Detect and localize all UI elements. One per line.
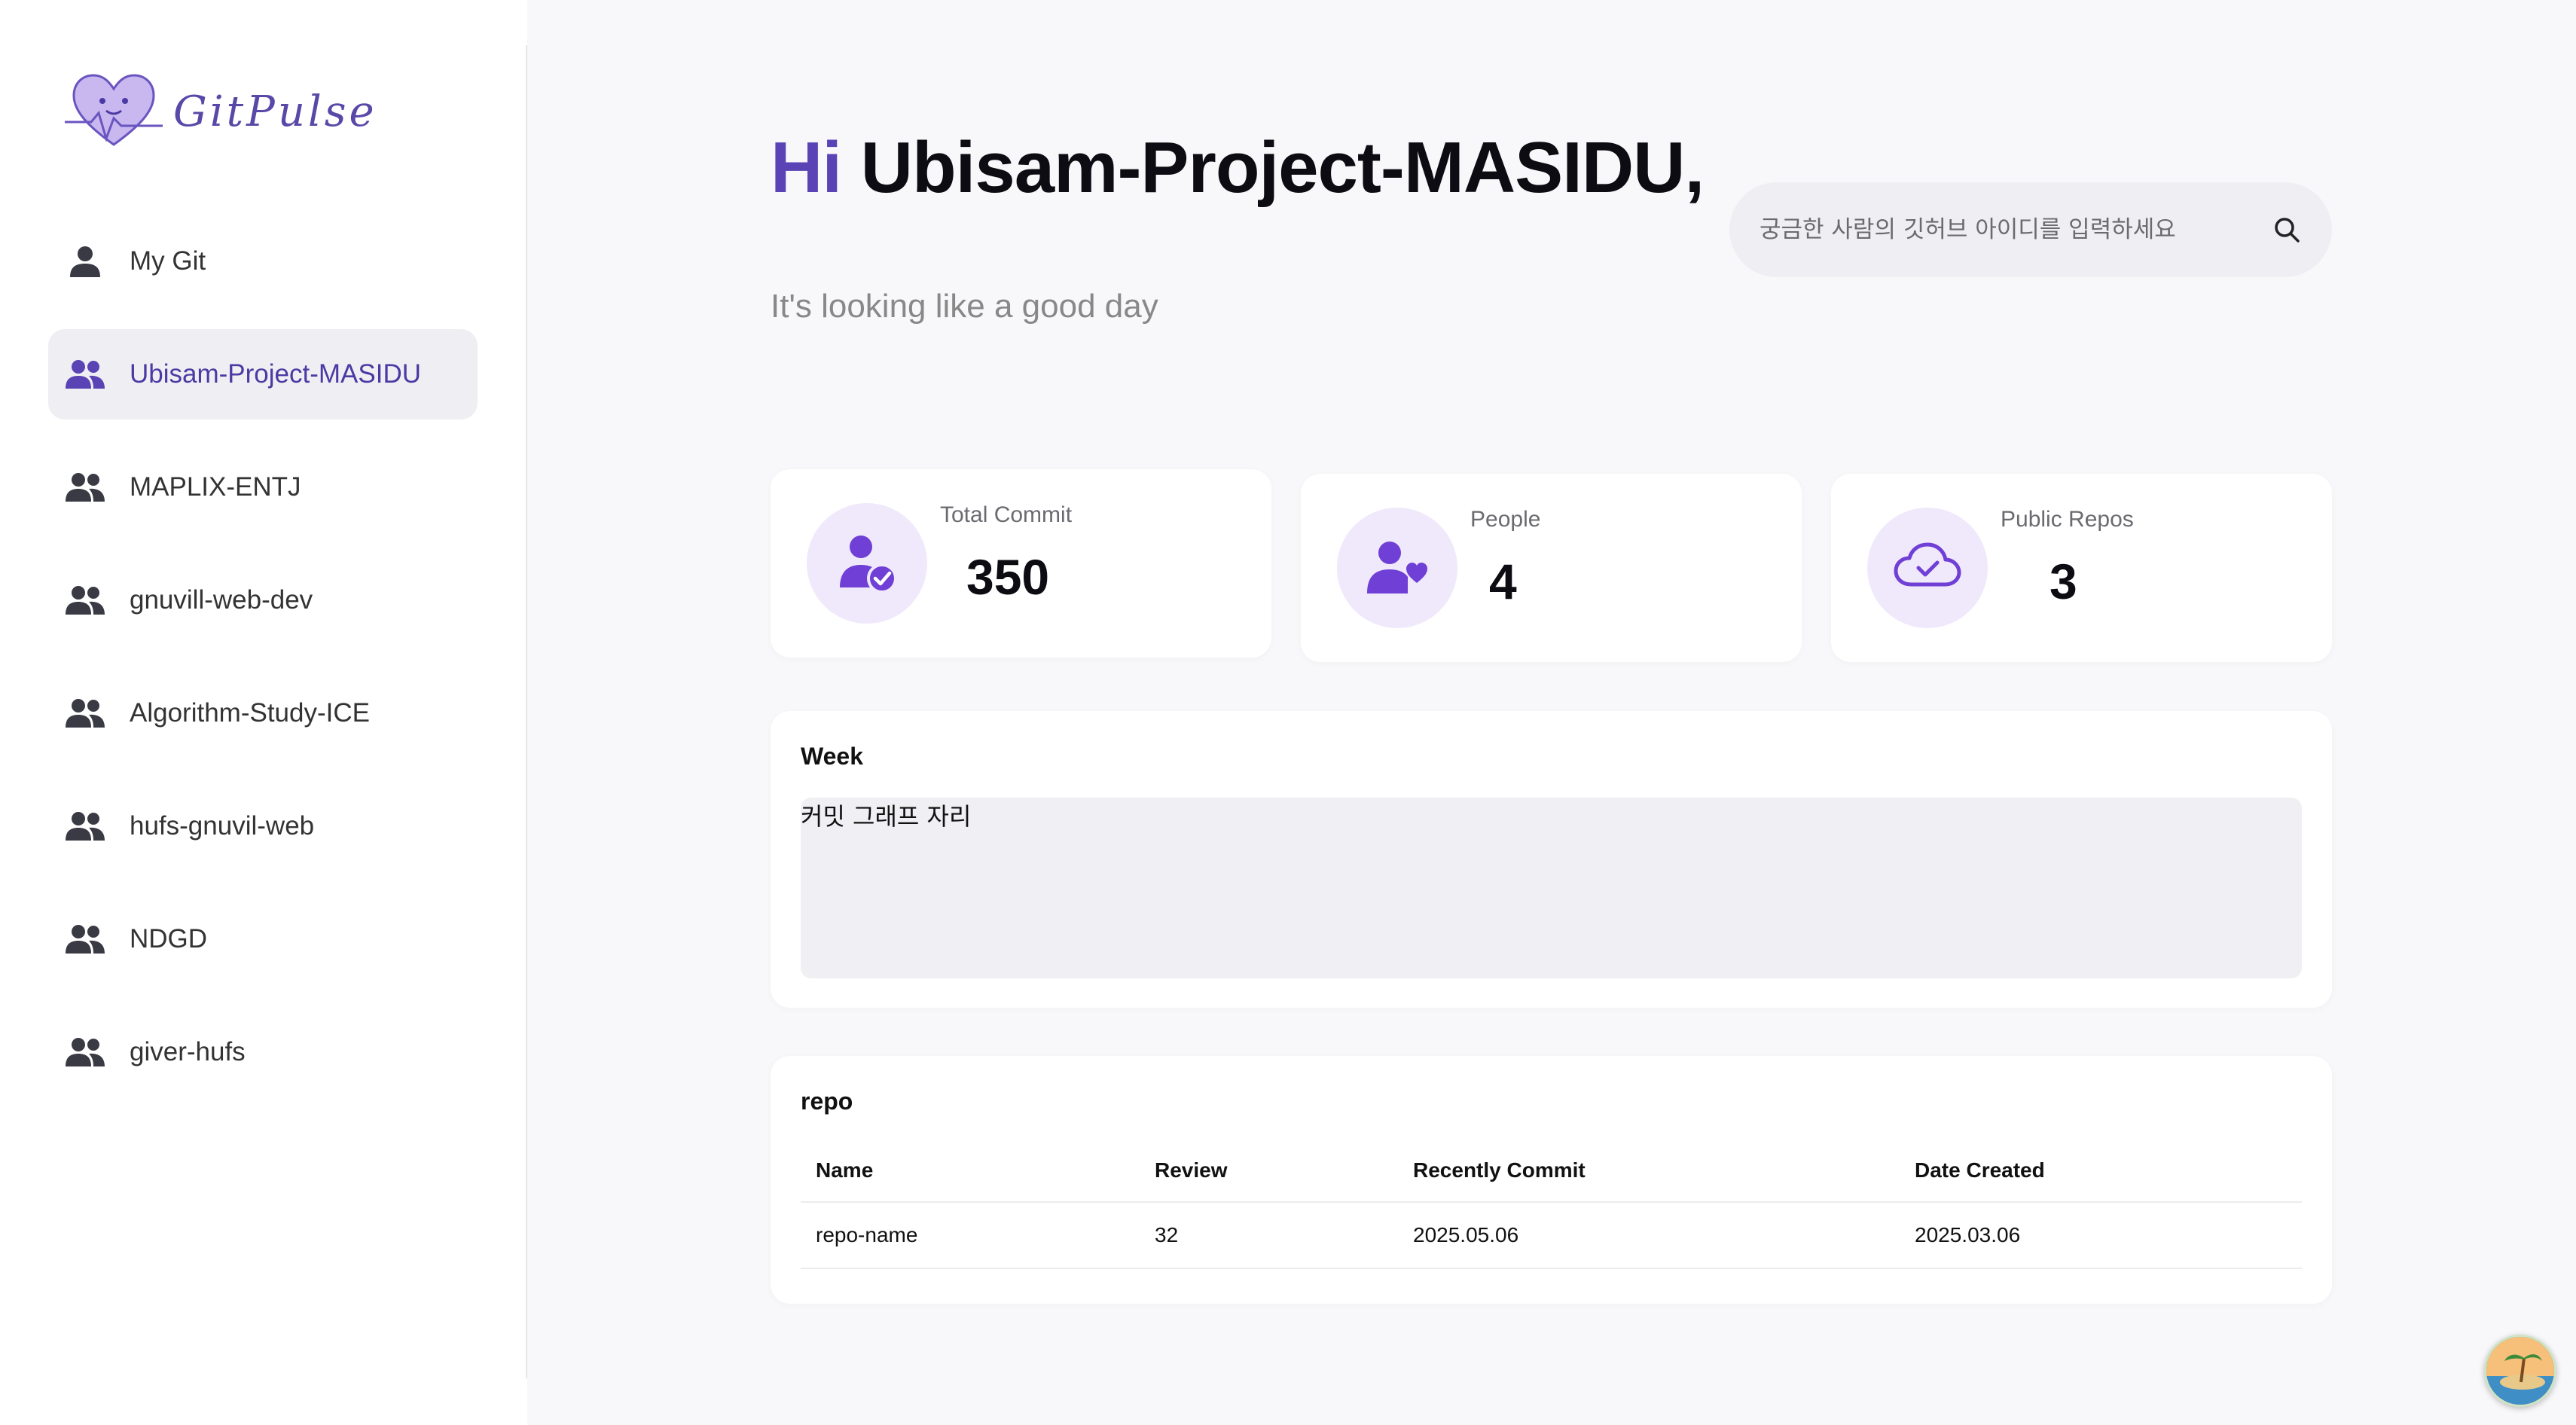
stat-icon-circle (807, 503, 927, 624)
sidebar-item-my-git[interactable]: My Git (48, 216, 478, 307)
stat-value: 350 (966, 549, 1050, 605)
sidebar-nav: My Git Ubisam-Project-MASIDU MAPLIX-ENTJ… (48, 216, 478, 1120)
sidebar-item-label: Algorithm-Study-ICE (130, 698, 370, 728)
stat-card-people: People 4 (1301, 474, 1802, 662)
users-icon (63, 1033, 107, 1071)
repo-name-cell[interactable]: repo-name (801, 1202, 1140, 1269)
sidebar-item-label: MAPLIX-ENTJ (130, 472, 301, 502)
repo-table: Name Review Recently Commit Date Created… (801, 1139, 2302, 1269)
search-input[interactable] (1760, 216, 2272, 243)
sidebar-item-ndgd[interactable]: NDGD (48, 894, 478, 984)
sidebar: GitPulse My Git Ubisam-Project-MASIDU MA… (0, 0, 527, 1425)
week-card: Week 커밋 그래프 자리 (771, 711, 2332, 1008)
stat-label: Public Repos (2001, 507, 2134, 532)
stat-icon-circle (1867, 508, 1988, 628)
column-header-recently-commit[interactable]: Recently Commit (1398, 1139, 1900, 1203)
sidebar-item-label: Ubisam-Project-MASIDU (130, 359, 421, 389)
app-logo[interactable]: GitPulse (65, 69, 377, 154)
stat-label: Total Commit (940, 502, 1073, 527)
sidebar-item-giver-hufs[interactable]: giver-hufs (48, 1007, 478, 1097)
users-icon (63, 581, 107, 619)
page-title: Hi Ubisam-Project-MASIDU, (771, 127, 1705, 209)
search-bar (1729, 182, 2332, 277)
sidebar-item-label: giver-hufs (130, 1037, 246, 1066)
sidebar-item-ubisam-project-masidu[interactable]: Ubisam-Project-MASIDU (48, 329, 478, 420)
sidebar-item-label: gnuvill-web-dev (130, 585, 313, 615)
week-title: Week (801, 743, 864, 770)
table-row[interactable]: repo-name 32 2025.05.06 2025.03.06 (801, 1202, 2302, 1269)
column-header-name[interactable]: Name (801, 1139, 1140, 1203)
greeting-hi: Hi (771, 127, 842, 208)
search-icon[interactable] (2272, 215, 2302, 245)
stat-card-total-commit: Total Commit 350 (771, 469, 1271, 658)
repo-recent-commit-cell: 2025.05.06 (1398, 1202, 1900, 1269)
stat-icon-circle (1337, 508, 1457, 628)
repo-review-cell: 32 (1140, 1202, 1398, 1269)
column-header-date-created[interactable]: Date Created (1900, 1139, 2302, 1203)
users-icon (63, 468, 107, 506)
repo-title: repo (801, 1088, 853, 1115)
repo-card: repo Name Review Recently Commit Date Cr… (771, 1056, 2332, 1304)
sidebar-item-label: NDGD (130, 924, 208, 954)
stat-card-public-repos: Public Repos 3 (1831, 474, 2332, 662)
column-header-review[interactable]: Review (1140, 1139, 1398, 1203)
sidebar-item-label: My Git (130, 246, 206, 276)
stat-value: 3 (2050, 554, 2077, 609)
commit-graph-placeholder: 커밋 그래프 자리 (801, 802, 972, 831)
users-icon (63, 807, 107, 845)
commit-graph-area: 커밋 그래프 자리 (801, 798, 2302, 978)
sidebar-item-maplix-entj[interactable]: MAPLIX-ENTJ (48, 442, 478, 532)
stat-value: 4 (1489, 554, 1517, 609)
page-subtitle: It's looking like a good day (771, 288, 1158, 325)
user-check-icon (840, 536, 897, 593)
repo-date-created-cell: 2025.03.06 (1900, 1202, 2302, 1269)
sidebar-item-gnuvill-web-dev[interactable]: gnuvill-web-dev (48, 555, 478, 645)
users-icon (63, 355, 107, 393)
heart-pulse-logo-icon (65, 74, 163, 146)
users-icon (63, 920, 107, 958)
table-header-row: Name Review Recently Commit Date Created (801, 1139, 2302, 1203)
sidebar-item-hufs-gnuvil-web[interactable]: hufs-gnuvil-web (48, 781, 478, 871)
sidebar-item-label: hufs-gnuvil-web (130, 811, 315, 841)
user-icon (63, 243, 107, 280)
sidebar-item-algorithm-study-ice[interactable]: Algorithm-Study-ICE (48, 668, 478, 758)
stat-label: People (1470, 507, 1541, 532)
greeting-name: Ubisam-Project-MASIDU, (860, 127, 1705, 208)
island-icon (2486, 1337, 2554, 1405)
users-icon (63, 694, 107, 732)
cloud-check-icon (1894, 542, 1961, 587)
app-logo-text: GitPulse (173, 87, 377, 136)
sidebar-divider (526, 45, 527, 1378)
user-heart-icon (1367, 542, 1427, 593)
floating-assistant-avatar[interactable] (2484, 1335, 2556, 1407)
